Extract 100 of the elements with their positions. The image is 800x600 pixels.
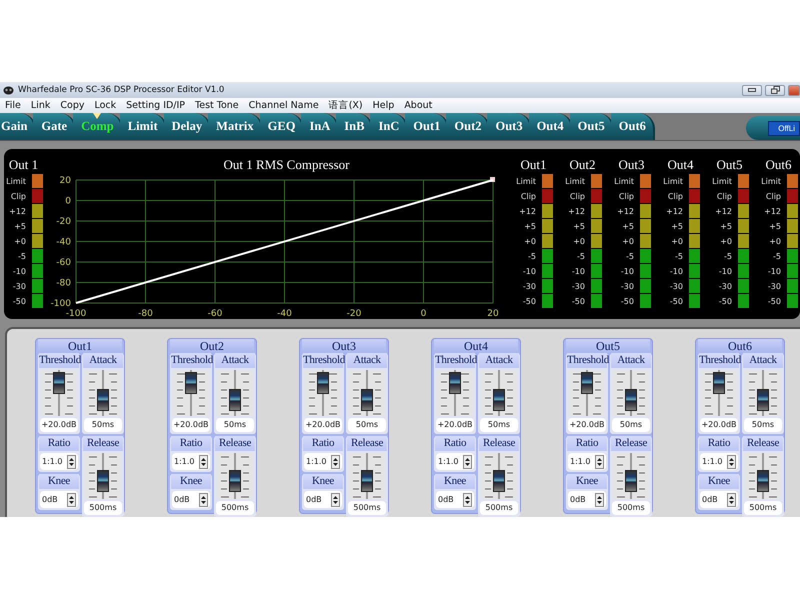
spin-field[interactable]: 1:1.0 [172,453,210,470]
restore-icon[interactable] [770,86,780,94]
value-field[interactable]: 50ms [480,418,518,432]
app-icon [3,86,14,94]
status-button[interactable]: OffLi [768,120,800,136]
spinner-arrows-icon[interactable] [463,492,472,506]
value-field[interactable]: +20.0dB [436,418,474,432]
close-button[interactable] [788,84,800,96]
spinner-arrows-icon[interactable] [595,492,604,506]
spinner-arrows-icon[interactable] [463,454,472,468]
fader-thumb[interactable] [53,372,65,394]
tab[interactable]: Out5 [570,113,614,140]
meter-label: Clip [520,192,536,201]
menu-item[interactable]: Link [26,100,56,111]
spin-field[interactable]: 0dB [40,491,78,508]
meter-label: +12 [714,207,732,216]
meter-label: Limit [760,177,781,186]
menu-item[interactable]: About [399,100,438,111]
spin-field[interactable]: 0dB [436,491,474,508]
fader-thumb[interactable] [97,470,109,492]
tab[interactable]: Out6 [610,113,655,140]
fader-thumb[interactable] [361,470,373,492]
meter-label: Limit [662,177,683,186]
minimize-button[interactable] [742,84,762,96]
fader-thumb[interactable] [229,470,241,492]
chart-title: Out 1 RMS Compressor [223,157,350,172]
value-field[interactable]: 50ms [216,418,254,432]
parameter-label: Release [215,436,255,451]
spinner-arrows-icon[interactable] [199,454,208,468]
restore-button[interactable] [765,84,785,96]
menu-item[interactable]: Lock [89,100,122,111]
tab[interactable]: Out4 [528,113,573,140]
value-field[interactable]: +20.0dB [304,418,342,432]
parameter-label: Attack [83,353,123,368]
spinner-arrows-icon[interactable] [331,492,340,506]
spin-field[interactable]: 0dB [172,491,210,508]
value-field[interactable]: 50ms [612,418,650,432]
menu-item[interactable]: Test Tone [190,100,244,111]
value-field[interactable]: 50ms [744,418,782,432]
fader-thumb[interactable] [713,372,725,394]
parameter-label: Ratio [171,436,211,451]
tab[interactable]: Out3 [487,113,532,140]
spinner-arrows-icon[interactable] [727,454,736,468]
meter-label: -5 [625,252,634,261]
spin-field[interactable]: 1:1.0 [304,453,342,470]
fader-thumb[interactable] [185,372,197,394]
value-field[interactable]: 500ms [216,501,254,515]
meter-label: -10 [570,267,585,276]
fader-thumb[interactable] [625,470,637,492]
value-field[interactable]: +20.0dB [172,418,210,432]
spin-field[interactable]: 1:1.0 [436,453,474,470]
value-field[interactable]: 500ms [84,501,122,515]
value-field[interactable]: 500ms [480,501,518,515]
spinner-arrows-icon[interactable] [199,492,208,506]
spin-field[interactable]: 0dB [700,491,738,508]
fader-thumb[interactable] [493,389,505,411]
fader-thumb[interactable] [757,470,769,492]
fader-thumb[interactable] [757,389,769,411]
meter-label: +12 [8,207,26,216]
value-field[interactable]: +20.0dB [40,418,78,432]
value-field[interactable]: 500ms [348,501,386,515]
spinner-arrows-icon[interactable] [727,492,736,506]
fader-thumb[interactable] [625,389,637,411]
spin-field[interactable]: 0dB [568,491,606,508]
spinner-arrows-icon[interactable] [331,454,340,468]
transfer-curve[interactable] [76,177,495,304]
value-field[interactable]: +20.0dB [568,418,606,432]
value-field[interactable]: 50ms [84,418,122,432]
fader-thumb[interactable] [361,389,373,411]
fader-thumb[interactable] [317,372,329,394]
menu-item[interactable]: Copy [55,100,90,111]
spin-field[interactable]: 1:1.0 [700,453,738,470]
spin-field[interactable]: 1:1.0 [568,453,606,470]
spin-field[interactable]: 1:1.0 [40,453,78,470]
tab[interactable]: Comp [73,113,123,140]
spinner-arrows-icon[interactable] [67,454,76,468]
spinner-arrows-icon[interactable] [67,492,76,506]
menu-item[interactable]: File [0,100,26,111]
tab[interactable]: Matrix [208,113,263,140]
axis-tick-label: -100 [50,299,71,309]
value-field[interactable]: 50ms [348,418,386,432]
menu-item[interactable]: Setting ID/IP [121,100,190,111]
minimize-icon[interactable] [748,88,756,92]
axis-tick-label: -20 [346,309,362,319]
menu-item[interactable]: Help [368,100,400,111]
menu-item[interactable]: Channel Name [244,100,324,111]
axis-tick-label: -60 [208,309,222,319]
value-field[interactable]: 500ms [744,501,782,515]
value-field[interactable]: +20.0dB [700,418,738,432]
fader-thumb[interactable] [581,372,593,394]
fader-thumb[interactable] [229,389,241,411]
fader-thumb[interactable] [449,372,461,394]
spinner-arrows-icon[interactable] [595,454,604,468]
meter-label: +5 [768,222,781,231]
fader-thumb[interactable] [97,389,109,411]
menu-item[interactable]: 语言(X) [324,99,368,112]
fader-thumb[interactable] [493,470,505,492]
value-field[interactable]: 500ms [612,501,650,515]
spin-field[interactable]: 0dB [304,491,342,508]
tab[interactable]: Limit [120,113,167,140]
